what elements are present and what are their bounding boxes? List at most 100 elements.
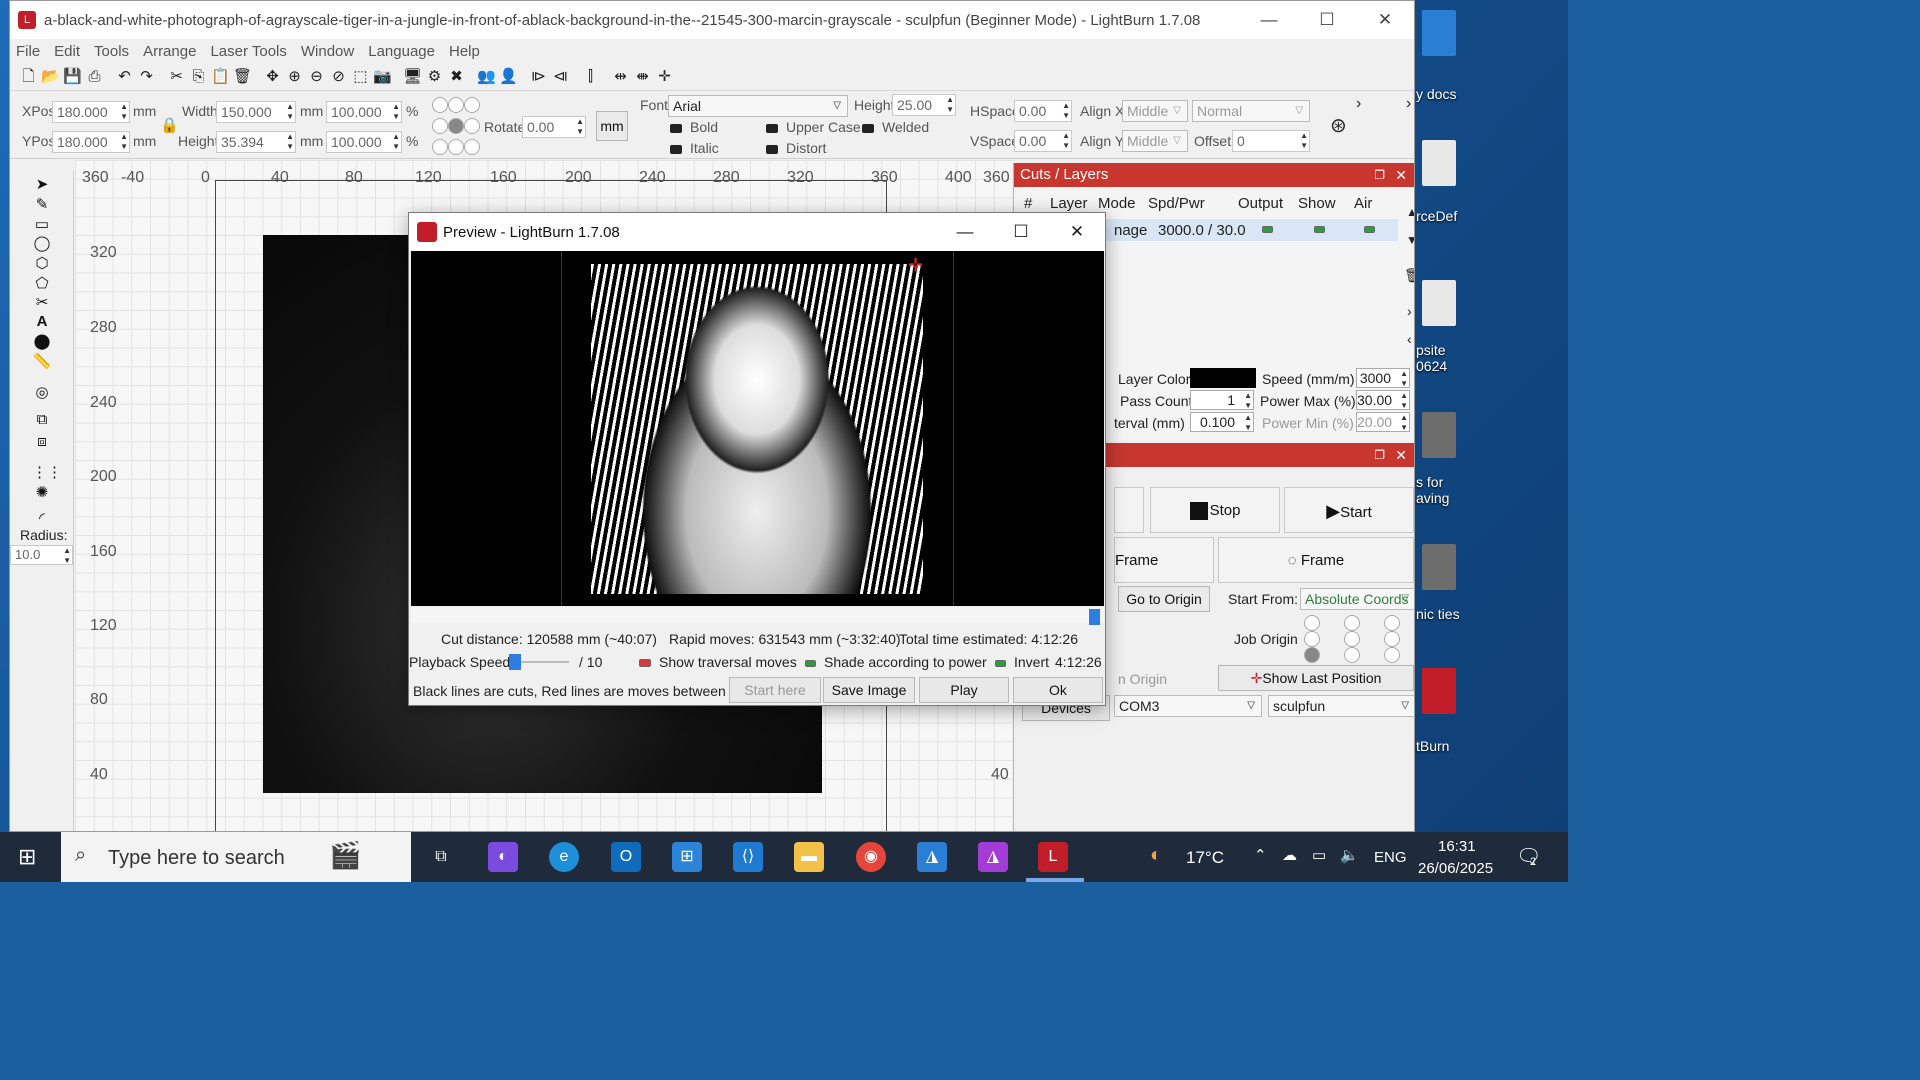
chevron-up-icon[interactable]: ⌃ bbox=[1254, 846, 1267, 864]
scrollbar-thumb[interactable] bbox=[1089, 609, 1100, 625]
menu-arrange[interactable]: Arrange bbox=[143, 43, 196, 60]
float-panel-icon[interactable]: ❐ bbox=[1374, 163, 1385, 187]
tools-icon[interactable]: ✖ bbox=[446, 66, 467, 87]
desktop-icon-ties[interactable]: nic ties bbox=[1416, 544, 1568, 622]
anchor-bc[interactable] bbox=[448, 139, 464, 155]
desktop-icon-website[interactable]: psite 0624 bbox=[1416, 280, 1568, 374]
redo-icon[interactable]: ↷ bbox=[136, 66, 157, 87]
preview-scrollbar[interactable] bbox=[411, 607, 1104, 625]
layer-color-swatch[interactable] bbox=[1190, 368, 1256, 388]
bold-checkbox[interactable]: Bold bbox=[670, 119, 718, 135]
text-tool-icon[interactable]: A bbox=[32, 313, 52, 331]
anchor-tc[interactable] bbox=[448, 97, 464, 113]
copilot-icon[interactable]: ◐ bbox=[488, 842, 518, 872]
circular-array-icon[interactable]: ✺ bbox=[32, 483, 52, 501]
job-origin-bc[interactable] bbox=[1344, 647, 1360, 663]
lightburn-taskbar-icon[interactable]: L bbox=[1038, 842, 1068, 872]
delete-icon[interactable]: 🗑 bbox=[232, 66, 253, 87]
menu-file[interactable]: File bbox=[16, 43, 40, 60]
alignx-select[interactable]: Middle ▽ bbox=[1122, 100, 1188, 122]
scissors-icon[interactable]: ✂ bbox=[32, 293, 52, 311]
anchor-tl[interactable] bbox=[432, 97, 448, 113]
invert-checkbox[interactable]: Invert bbox=[995, 654, 1049, 670]
undo-icon[interactable]: ↶ bbox=[114, 66, 135, 87]
flip-horizontal-icon[interactable]: ⧐ bbox=[528, 66, 549, 87]
position-pin-icon[interactable]: ⬤ bbox=[32, 332, 52, 350]
mirror-icon[interactable]: ⧏ bbox=[550, 66, 571, 87]
desktop-icon-saving[interactable]: s for aving bbox=[1416, 412, 1568, 506]
volume-icon[interactable]: 🔈 bbox=[1340, 846, 1359, 864]
hspace-field[interactable]: 0.00 ▲ ▼ bbox=[1014, 100, 1072, 122]
desktop-icon-docs[interactable]: y docs bbox=[1416, 10, 1568, 102]
vscode-icon[interactable]: ⟨⟩ bbox=[733, 842, 763, 872]
open-folder-icon[interactable]: 📂 bbox=[40, 66, 61, 87]
save-icon[interactable]: 💾 bbox=[62, 66, 83, 87]
menu-tools[interactable]: Tools bbox=[94, 43, 129, 60]
align-icon[interactable]: ⫿ bbox=[580, 66, 601, 87]
move-down-icon[interactable]: ▼ bbox=[1406, 233, 1414, 247]
output-toggle[interactable] bbox=[1262, 226, 1273, 233]
float-panel-icon[interactable]: ❐ bbox=[1374, 443, 1385, 467]
xpos-field[interactable]: 180.000 ▲ ▼ bbox=[52, 101, 130, 123]
radius-field[interactable]: 10.0 ▲ ▼ bbox=[10, 545, 73, 565]
battery-icon[interactable]: ▭ bbox=[1312, 846, 1326, 864]
interval-field[interactable]: 0.100 ▲ ▼ bbox=[1190, 412, 1254, 432]
save-image-button[interactable]: Save Image bbox=[823, 677, 915, 703]
copy-icon[interactable]: ⎘ bbox=[188, 66, 209, 87]
notifications-icon[interactable]: 🗨 bbox=[1516, 844, 1541, 869]
slider-handle[interactable] bbox=[509, 654, 521, 670]
job-origin-ml[interactable] bbox=[1304, 631, 1320, 647]
cut-icon[interactable]: ✂ bbox=[166, 66, 187, 87]
chevron-right-icon[interactable]: › bbox=[1407, 303, 1412, 319]
ok-button[interactable]: Ok bbox=[1013, 677, 1103, 703]
taskbar-search[interactable]: ⌕ Type here to search 🎬 bbox=[61, 832, 411, 882]
cloud-icon[interactable]: ☁ bbox=[1282, 846, 1297, 864]
job-origin-mc[interactable] bbox=[1344, 631, 1360, 647]
normal-select[interactable]: Normal ▽ bbox=[1192, 100, 1310, 122]
play-button[interactable]: Play bbox=[919, 677, 1009, 703]
power-min-field[interactable]: 20.00 ▲ ▼ bbox=[1356, 412, 1410, 432]
start-from-select[interactable]: Absolute Coords ▽ bbox=[1300, 588, 1414, 610]
preview-minimize-button[interactable]: — bbox=[937, 213, 993, 251]
job-origin-bl[interactable] bbox=[1304, 647, 1320, 663]
start-here-button[interactable]: Start here bbox=[729, 677, 821, 703]
menu-edit[interactable]: Edit bbox=[54, 43, 80, 60]
pentagon-icon[interactable]: ⬠ bbox=[32, 274, 52, 292]
weather-icon[interactable]: ◐ bbox=[1150, 844, 1162, 867]
select-arrow-icon[interactable]: ➤ bbox=[32, 175, 52, 193]
grid-array-icon[interactable]: ⋮⋮ bbox=[32, 463, 62, 481]
power-max-field[interactable]: 30.00 ▲ ▼ bbox=[1356, 390, 1410, 410]
polygon-icon[interactable]: ⬡ bbox=[32, 254, 52, 272]
app-purple-icon[interactable]: ◮ bbox=[978, 842, 1008, 872]
preview-render[interactable]: ✛ bbox=[411, 251, 1104, 606]
playback-speed-slider[interactable] bbox=[509, 654, 569, 670]
zoom-out-icon[interactable]: ⊖ bbox=[306, 66, 327, 87]
italic-checkbox[interactable]: Italic bbox=[670, 140, 719, 156]
chrome-icon[interactable]: ◉ bbox=[856, 842, 886, 872]
pause-button[interactable] bbox=[1114, 487, 1144, 533]
file-explorer-icon[interactable]: ▬ bbox=[794, 842, 824, 872]
weather-temp[interactable]: 17°C bbox=[1186, 848, 1224, 868]
outlook-icon[interactable]: O bbox=[611, 842, 641, 872]
group-icon[interactable]: 👥 bbox=[476, 66, 497, 87]
menu-help[interactable]: Help bbox=[449, 43, 480, 60]
job-origin-mr[interactable] bbox=[1384, 631, 1400, 647]
close-panel-icon[interactable]: ✕ bbox=[1395, 163, 1407, 187]
close-panel-icon[interactable]: ✕ bbox=[1395, 443, 1407, 467]
anchor-tr[interactable] bbox=[464, 97, 480, 113]
anchor-mr[interactable] bbox=[464, 118, 480, 134]
menu-window[interactable]: Window bbox=[301, 43, 354, 60]
ellipse-icon[interactable]: ◯ bbox=[32, 234, 52, 252]
store-icon[interactable]: ⊞ bbox=[672, 842, 702, 872]
menu-laser-tools[interactable]: Laser Tools bbox=[210, 43, 286, 60]
language-indicator[interactable]: ENG bbox=[1374, 849, 1407, 866]
new-file-icon[interactable]: 🗋 bbox=[18, 66, 39, 87]
job-origin-tr[interactable] bbox=[1384, 615, 1400, 631]
zoom-fit-icon[interactable]: ⊘ bbox=[328, 66, 349, 87]
anchor-ml[interactable] bbox=[432, 118, 448, 134]
distort-checkbox[interactable]: Distort bbox=[766, 140, 826, 156]
frame-rect-button[interactable]: Frame bbox=[1114, 537, 1214, 583]
speed-field[interactable]: 3000 ▲ ▼ bbox=[1356, 368, 1410, 388]
vspace-field[interactable]: 0.00 ▲ ▼ bbox=[1014, 130, 1072, 152]
close-button[interactable]: ✕ bbox=[1356, 1, 1414, 39]
